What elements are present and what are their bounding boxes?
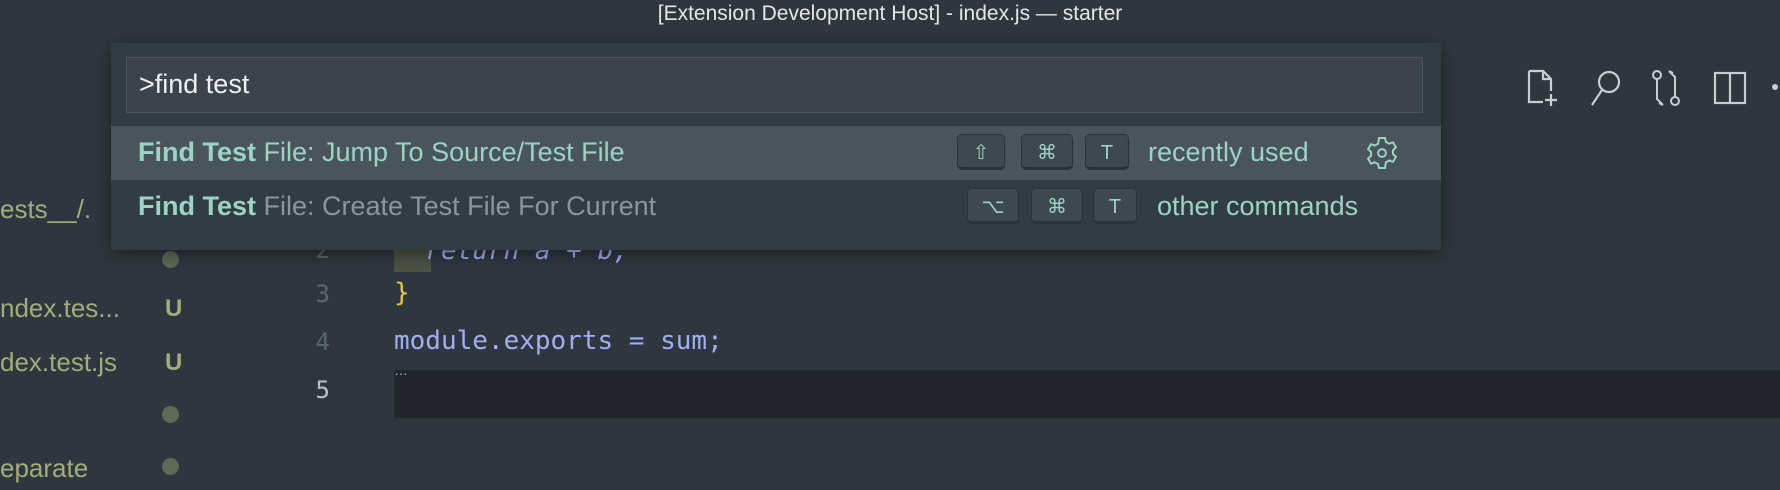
explorer-item-index-tes[interactable]: ndex.tes... (0, 293, 120, 324)
modified-dot (162, 406, 179, 423)
command-palette: >find test Find Test File: Jump To Sourc… (111, 43, 1441, 250)
item-label: File: Jump To Source/Test File (256, 137, 625, 167)
code-line-4[interactable]: module.exports = sum; (394, 326, 723, 356)
ellipsis-hint: … (394, 362, 409, 378)
modified-dot (162, 458, 179, 475)
keycap-t: T (1085, 134, 1129, 170)
search-icon[interactable] (1587, 68, 1623, 108)
untracked-badge: U (165, 295, 183, 322)
match-highlight: Find Test (138, 191, 256, 221)
match-highlight: Find Test (138, 137, 256, 167)
line-number: 4 (315, 328, 330, 356)
other-commands-label: other commands (1157, 191, 1359, 221)
keycap-shift: ⇧ (957, 134, 1005, 170)
code-line-3[interactable]: } (394, 278, 410, 308)
palette-item-jump-to-source[interactable]: Find Test File: Jump To Source/Test File… (111, 126, 1441, 180)
palette-item-create-test-file[interactable]: Find Test File: Create Test File For Cur… (111, 180, 1441, 234)
item-label: File: Create Test File For Current (256, 191, 657, 221)
split-editor-icon[interactable] (1712, 68, 1748, 108)
command-palette-input[interactable]: >find test (126, 57, 1423, 113)
line-number: 3 (315, 280, 330, 308)
keycap-cmd: ⌘ (1021, 134, 1073, 170)
keycap-option: ⌥ (967, 188, 1019, 224)
compare-changes-icon[interactable] (1649, 68, 1685, 108)
gear-icon[interactable] (1364, 135, 1400, 171)
line-number: 5 (315, 376, 330, 404)
more-icon[interactable] (1772, 84, 1778, 90)
recently-used-label: recently used (1148, 137, 1309, 167)
title-bar: [Extension Development Host] - index.js … (0, 0, 1780, 34)
keycap-cmd: ⌘ (1031, 188, 1083, 224)
new-file-icon[interactable] (1525, 68, 1561, 108)
explorer-item-tests-folder[interactable]: ests__/. (0, 194, 91, 225)
keycap-t: T (1093, 188, 1137, 224)
modified-dot (162, 251, 179, 268)
explorer-item-separate[interactable]: eparate (0, 453, 88, 484)
current-line-highlight (394, 370, 1780, 418)
untracked-badge: U (165, 349, 183, 376)
window-title: [Extension Development Host] - index.js … (657, 2, 1123, 25)
explorer-item-index-test-js[interactable]: dex.test.js (0, 347, 117, 378)
